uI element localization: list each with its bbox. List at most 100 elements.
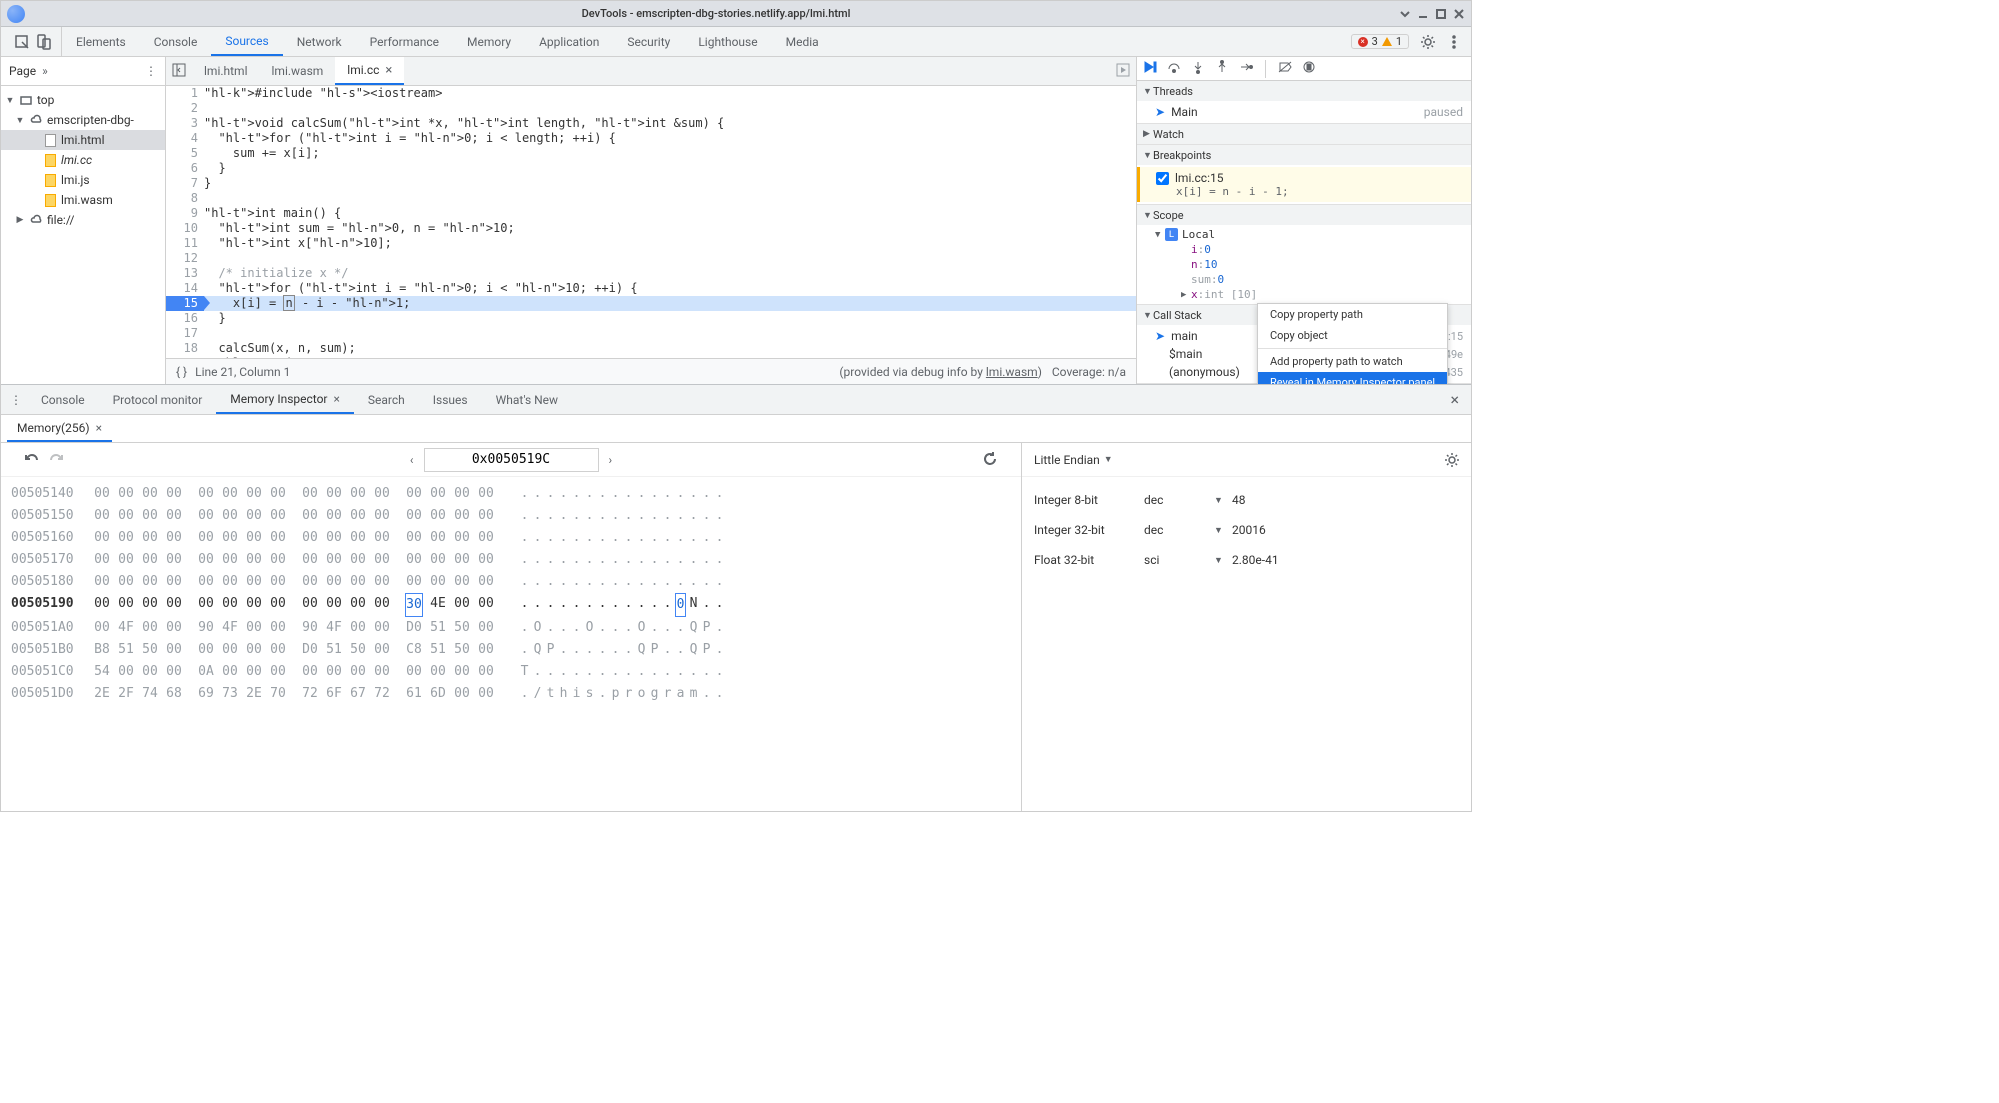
main-tab-sources[interactable]: Sources xyxy=(211,27,282,56)
drawer-tab[interactable]: Issues xyxy=(419,385,482,414)
debug-toolbar xyxy=(1137,57,1471,81)
main-tab-console[interactable]: Console xyxy=(140,27,212,56)
main-tab-application[interactable]: Application xyxy=(525,27,613,56)
resume-button[interactable] xyxy=(1143,60,1157,77)
step-button[interactable] xyxy=(1239,60,1253,77)
drawer-tab[interactable]: Search xyxy=(354,385,419,414)
scope-local[interactable]: ▼LLocal xyxy=(1137,227,1471,242)
main-tab-security[interactable]: Security xyxy=(613,27,684,56)
ctx-item[interactable]: Copy object xyxy=(1258,325,1447,346)
editor-tab[interactable]: lmi.wasm xyxy=(260,57,336,85)
ctx-item[interactable]: Copy property path xyxy=(1258,304,1447,325)
hex-row[interactable]: 005051A0004F0000904F0000904F0000D0515000… xyxy=(11,617,1011,639)
code-area[interactable]: 1"hl-k">#include "hl-s"><iostream>23"hl-… xyxy=(166,86,1136,358)
hex-row[interactable]: 00505190000000000000000000000000304E0000… xyxy=(11,593,1011,617)
watch-header[interactable]: ▶Watch xyxy=(1137,124,1471,144)
chevron-down-icon[interactable] xyxy=(1399,8,1411,20)
maximize-icon[interactable] xyxy=(1435,8,1447,20)
tree-file[interactable]: lmi.wasm xyxy=(1,190,165,210)
main-tab-performance[interactable]: Performance xyxy=(356,27,453,56)
breakpoint-item[interactable]: lmi.cc:15 x[i] = n - i - 1; xyxy=(1137,167,1471,202)
main-tab-media[interactable]: Media xyxy=(772,27,833,56)
breakpoints-header[interactable]: ▼Breakpoints xyxy=(1137,145,1471,165)
hex-row[interactable]: 0050518000000000000000000000000000000000… xyxy=(11,571,1011,593)
scope-var[interactable]: n: 10 xyxy=(1137,257,1471,272)
drawer-tab[interactable]: Protocol monitor xyxy=(99,385,217,414)
refresh-button[interactable] xyxy=(982,451,997,469)
editor-tab[interactable]: lmi.cc× xyxy=(335,57,404,85)
hex-row[interactable]: 0050514000000000000000000000000000000000… xyxy=(11,483,1011,505)
inspect-icon[interactable] xyxy=(13,33,31,51)
editor-tab[interactable]: lmi.html xyxy=(192,57,260,85)
memory-tab[interactable]: Memory(256) × xyxy=(7,415,112,442)
drawer-tab[interactable]: Memory Inspector× xyxy=(216,385,354,414)
hex-row[interactable]: 005051D02E2F746869732E70726F6772616D0000… xyxy=(11,683,1011,705)
minimize-icon[interactable] xyxy=(1417,8,1429,20)
tree-top[interactable]: ▼ top xyxy=(1,90,165,110)
breakpoint-checkbox[interactable] xyxy=(1156,172,1169,185)
pause-exceptions-button[interactable] xyxy=(1302,60,1316,77)
ctx-item[interactable]: Add property path to watch xyxy=(1258,351,1447,372)
drawer-tab[interactable]: What's New xyxy=(482,385,572,414)
main-tab-elements[interactable]: Elements xyxy=(62,27,140,56)
main-tab-memory[interactable]: Memory xyxy=(453,27,525,56)
close-icon[interactable]: × xyxy=(385,63,392,78)
more-menu-button[interactable] xyxy=(1441,29,1467,55)
prev-page-button[interactable]: ‹ xyxy=(410,453,414,467)
close-icon[interactable] xyxy=(1453,8,1465,20)
address-input[interactable] xyxy=(424,448,599,472)
step-out-button[interactable] xyxy=(1215,60,1229,77)
redo-icon[interactable] xyxy=(48,452,63,467)
next-page-button[interactable]: › xyxy=(609,453,613,467)
endian-select[interactable]: Little Endian xyxy=(1034,453,1100,467)
window-title: DevTools - emscripten-dbg-stories.netlif… xyxy=(33,7,1399,20)
main-tab-network[interactable]: Network xyxy=(283,27,356,56)
hex-grid[interactable]: 0050514000000000000000000000000000000000… xyxy=(1,477,1021,811)
gear-icon[interactable] xyxy=(1444,452,1459,467)
main-tab-lighthouse[interactable]: Lighthouse xyxy=(684,27,771,56)
tree-file[interactable]: lmi.html xyxy=(1,130,165,150)
value-panel: Little Endian ▼ Integer 8-bitdec▼48Integ… xyxy=(1021,443,1471,811)
threads-header[interactable]: ▼Threads xyxy=(1137,81,1471,101)
close-icon[interactable]: × xyxy=(96,421,102,435)
scope-var[interactable]: i: 0 xyxy=(1137,242,1471,257)
coverage-info: Coverage: n/a xyxy=(1052,365,1126,379)
hex-row[interactable]: 0050515000000000000000000000000000000000… xyxy=(11,505,1011,527)
deactivate-breakpoints-button[interactable] xyxy=(1278,60,1292,77)
tree-file[interactable]: lmi.js xyxy=(1,170,165,190)
thread-main[interactable]: ➤ Main paused xyxy=(1137,103,1471,121)
close-drawer-button[interactable]: × xyxy=(1442,390,1467,409)
navigator-header[interactable]: Page » ⋮ xyxy=(1,57,165,86)
issues-status[interactable]: × 3 1 xyxy=(1351,34,1409,49)
device-toggle-icon[interactable] xyxy=(35,33,53,51)
value-row[interactable]: Integer 32-bitdec▼20016 xyxy=(1022,515,1471,545)
settings-button[interactable] xyxy=(1415,29,1441,55)
hex-row[interactable]: 0050517000000000000000000000000000000000… xyxy=(11,549,1011,571)
editor-tabs: lmi.htmllmi.wasmlmi.cc× xyxy=(166,57,1136,86)
pretty-print-icon[interactable]: { } xyxy=(176,365,187,379)
hex-row[interactable]: 005051C0540000000A0000000000000000000000… xyxy=(11,661,1011,683)
tree-origin[interactable]: ▼ emscripten-dbg- xyxy=(1,110,165,130)
error-icon: × xyxy=(1358,37,1368,47)
value-row[interactable]: Integer 8-bitdec▼48 xyxy=(1022,485,1471,515)
nav-toggle-icon[interactable] xyxy=(166,63,192,80)
ctx-item[interactable]: Reveal in Memory Inspector panel xyxy=(1258,372,1447,384)
undo-icon[interactable] xyxy=(25,452,40,467)
hex-row[interactable]: 0050516000000000000000000000000000000000… xyxy=(11,527,1011,549)
hex-row[interactable]: 005051B0B851500000000000D0515000C8515000… xyxy=(11,639,1011,661)
step-into-button[interactable] xyxy=(1191,60,1205,77)
tree-file[interactable]: lmi.cc xyxy=(1,150,165,170)
scope-var[interactable]: sum: 0 xyxy=(1137,272,1471,287)
drawer-tab[interactable]: Console xyxy=(27,385,99,414)
context-menu[interactable]: Copy property pathCopy object Add propert… xyxy=(1257,303,1448,384)
more-icon[interactable]: ⋮ xyxy=(145,64,157,78)
scope-header[interactable]: ▼Scope xyxy=(1137,205,1471,225)
scope-var[interactable]: ▶x: int [10] xyxy=(1137,287,1471,302)
cursor-position: Line 21, Column 1 xyxy=(195,365,290,379)
tree-file-origin[interactable]: ▶ file:// xyxy=(1,210,165,230)
run-snippet-icon[interactable] xyxy=(1110,63,1136,80)
hex-panel: ‹ › 005051400000000000000000000000000000… xyxy=(1,443,1021,811)
drawer-more-icon[interactable]: ⋮ xyxy=(5,393,27,407)
step-over-button[interactable] xyxy=(1167,60,1181,77)
value-row[interactable]: Float 32-bitsci▼2.80e-41 xyxy=(1022,545,1471,575)
